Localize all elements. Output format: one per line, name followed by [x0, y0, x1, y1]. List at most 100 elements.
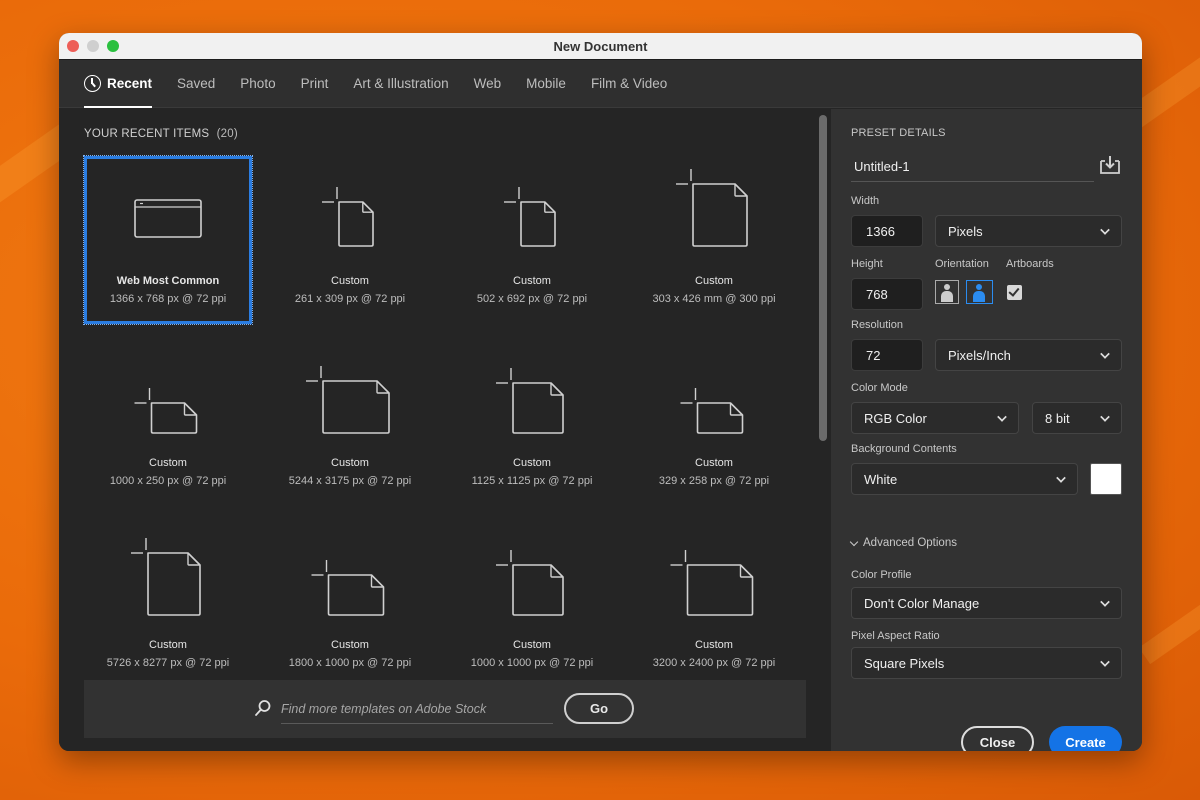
chevron-down-icon: [849, 537, 859, 546]
recent-items-area: YOUR RECENT ITEMS (20) Web Most Common 13…: [59, 109, 831, 751]
close-button[interactable]: Close: [961, 726, 1034, 751]
recent-item-size: 5726 x 8277 px @ 72 ppi: [106, 657, 230, 669]
recent-item[interactable]: Custom 303 x 426 mm @ 300 ppi: [630, 156, 798, 324]
background-contents-value: White: [864, 471, 898, 487]
chevron-down-icon: [997, 412, 1007, 422]
stock-search-input[interactable]: [281, 694, 553, 724]
chevron-down-icon: [1100, 412, 1110, 422]
color-mode-select[interactable]: RGB Color: [851, 402, 1019, 434]
resolution-input[interactable]: 72: [851, 339, 923, 371]
recent-item-name: Custom: [513, 639, 551, 651]
recent-item[interactable]: Custom 502 x 692 px @ 72 ppi: [448, 156, 616, 324]
go-button[interactable]: Go: [564, 693, 634, 724]
recent-item[interactable]: Custom 261 x 309 px @ 72 ppi: [266, 156, 434, 324]
minimize-window-button[interactable]: [87, 40, 99, 52]
color-profile-select[interactable]: Don't Color Manage: [851, 587, 1122, 619]
portrait-document-icon: [504, 187, 556, 247]
resolution-unit-value: Pixels/Inch: [948, 347, 1011, 363]
landscape-orientation-button[interactable]: [966, 280, 993, 304]
color-mode-value: RGB Color: [864, 410, 927, 426]
artboards-checkbox[interactable]: [1007, 285, 1022, 300]
close-window-button[interactable]: [67, 40, 79, 52]
title-bar: New Document: [59, 33, 1142, 60]
recent-item-name: Custom: [331, 275, 369, 287]
width-unit-select[interactable]: Pixels: [935, 215, 1122, 247]
recent-item-name: Web Most Common: [116, 275, 220, 287]
create-button[interactable]: Create: [1049, 726, 1122, 751]
advanced-options-label: Advanced Options: [863, 537, 957, 549]
recent-item[interactable]: Custom 5726 x 8277 px @ 72 ppi: [84, 520, 252, 688]
category-tabs: Recent Saved Photo Print Art & Illustrat…: [59, 60, 1142, 108]
bit-depth-value: 8 bit: [1045, 410, 1070, 426]
portrait-document-icon: [676, 169, 748, 247]
recent-item[interactable]: Web Most Common 1366 x 768 px @ 72 ppi: [83, 155, 253, 325]
bit-depth-select[interactable]: 8 bit: [1032, 402, 1122, 434]
recent-item-name: Custom: [695, 275, 733, 287]
recent-item-name: Custom: [149, 457, 187, 469]
document-name-input[interactable]: [851, 152, 1094, 182]
tab-photo[interactable]: Photo: [240, 60, 275, 108]
recent-item[interactable]: Custom 1125 x 1125 px @ 72 ppi: [448, 338, 616, 506]
search-icon: [255, 700, 271, 716]
clock-icon: [84, 75, 101, 92]
recent-item-size: 1366 x 768 px @ 72 ppi: [109, 293, 227, 305]
window-title: New Document: [553, 38, 648, 54]
tab-recent[interactable]: Recent: [84, 60, 153, 108]
recent-item-size: 1800 x 1000 px @ 72 ppi: [288, 657, 412, 669]
person-icon: [944, 284, 950, 290]
new-document-dialog: New Document Recent Saved Photo Print Ar…: [59, 33, 1142, 751]
recent-item[interactable]: Custom 3200 x 2400 px @ 72 ppi: [630, 520, 798, 688]
height-input[interactable]: 768: [851, 278, 923, 310]
tab-art-illustration[interactable]: Art & Illustration: [353, 60, 448, 108]
chevron-down-icon: [1056, 473, 1066, 483]
width-input[interactable]: 1366: [851, 215, 923, 247]
recent-item[interactable]: Custom 5244 x 3175 px @ 72 ppi: [266, 338, 434, 506]
landscape-document-icon: [680, 388, 744, 434]
recent-items-title: YOUR RECENT ITEMS: [84, 128, 210, 140]
landscape-document-icon: [670, 550, 754, 616]
portrait-orientation-button[interactable]: [935, 280, 959, 304]
square-document-icon: [496, 368, 564, 434]
recent-item[interactable]: Custom 1000 x 250 px @ 72 ppi: [84, 338, 252, 506]
chevron-down-icon: [1100, 597, 1110, 607]
recent-item-size: 3200 x 2400 px @ 72 ppi: [652, 657, 776, 669]
chevron-down-icon: [1100, 225, 1110, 235]
height-label: Height: [851, 258, 883, 270]
color-mode-label: Color Mode: [851, 382, 908, 394]
preset-details-heading: PRESET DETAILS: [851, 127, 946, 139]
window-controls: [67, 40, 119, 52]
background-decoration: [1138, 555, 1200, 665]
landscape-document-icon: [134, 388, 198, 434]
scrollbar[interactable]: [819, 115, 827, 441]
chevron-down-icon: [1100, 349, 1110, 359]
resolution-unit-select[interactable]: Pixels/Inch: [935, 339, 1122, 371]
tab-saved[interactable]: Saved: [177, 60, 215, 108]
recent-item-size: 1000 x 1000 px @ 72 ppi: [470, 657, 594, 669]
recent-items-heading: YOUR RECENT ITEMS (20): [84, 128, 238, 140]
tab-mobile[interactable]: Mobile: [526, 60, 566, 108]
maximize-window-button[interactable]: [107, 40, 119, 52]
web-document-icon: [134, 199, 202, 238]
recent-item[interactable]: Custom 1000 x 1000 px @ 72 ppi: [448, 520, 616, 688]
recent-item-name: Custom: [695, 639, 733, 651]
save-preset-icon[interactable]: [1099, 155, 1121, 175]
background-contents-select[interactable]: White: [851, 463, 1078, 495]
recent-item-name: Custom: [331, 457, 369, 469]
color-profile-value: Don't Color Manage: [864, 595, 980, 611]
width-label: Width: [851, 195, 880, 207]
pixel-aspect-ratio-label: Pixel Aspect Ratio: [851, 630, 940, 642]
background-color-swatch[interactable]: [1090, 463, 1122, 495]
recent-item-name: Custom: [695, 457, 733, 469]
recent-item[interactable]: Custom 329 x 258 px @ 72 ppi: [630, 338, 798, 506]
tab-print[interactable]: Print: [301, 60, 329, 108]
tab-label: Recent: [107, 76, 153, 91]
color-profile-label: Color Profile: [851, 569, 912, 581]
recent-items-count: (20): [216, 128, 238, 140]
recent-item-name: Custom: [331, 639, 369, 651]
advanced-options-toggle[interactable]: Advanced Options: [849, 537, 957, 549]
tab-film-video[interactable]: Film & Video: [591, 60, 667, 108]
pixel-aspect-ratio-select[interactable]: Square Pixels: [851, 647, 1122, 679]
background-contents-label: Background Contents: [851, 443, 957, 455]
tab-web[interactable]: Web: [474, 60, 502, 108]
recent-item[interactable]: Custom 1800 x 1000 px @ 72 ppi: [266, 520, 434, 688]
